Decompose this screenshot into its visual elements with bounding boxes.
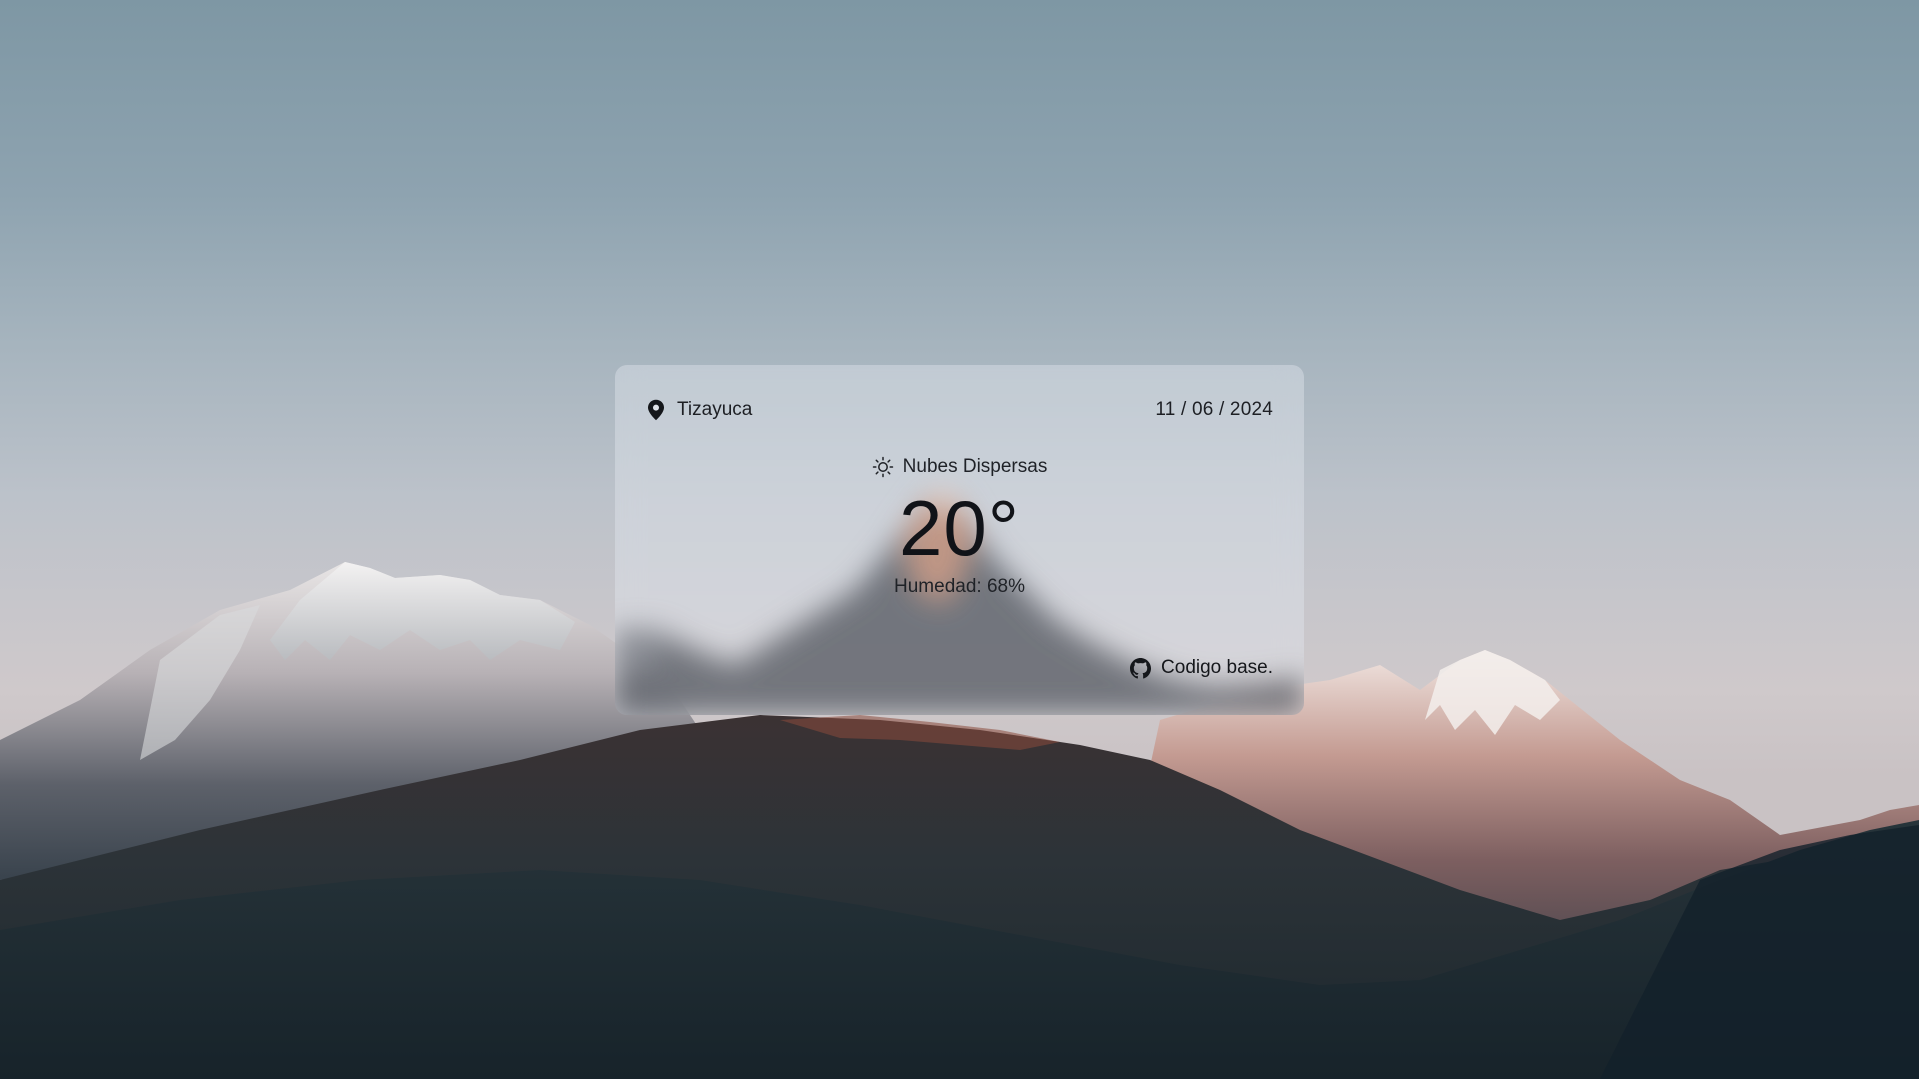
source-code-link-label: Codigo base. <box>1161 657 1273 678</box>
weather-app-background: Tizayuca 11 / 06 / 2024 Nubes Dispersas <box>0 0 1919 1079</box>
weather-description: Nubes Dispersas <box>902 456 1048 477</box>
weather-card: Tizayuca 11 / 06 / 2024 Nubes Dispersas <box>615 365 1304 715</box>
humidity: Humedad: 68% <box>894 576 1025 597</box>
city-name: Tizayuca <box>677 399 753 420</box>
source-code-link[interactable]: Codigo base. <box>1130 657 1273 679</box>
github-icon <box>1130 657 1152 678</box>
temperature: 20° <box>899 484 1020 572</box>
location: Tizayuca <box>647 399 752 421</box>
current-date: 11 / 06 / 2024 <box>1155 399 1273 420</box>
card-header: Tizayuca 11 / 06 / 2024 <box>647 395 1273 425</box>
weather-condition: Nubes Dispersas <box>615 456 1304 478</box>
sun-icon <box>872 456 893 478</box>
map-pin-icon <box>648 399 664 421</box>
